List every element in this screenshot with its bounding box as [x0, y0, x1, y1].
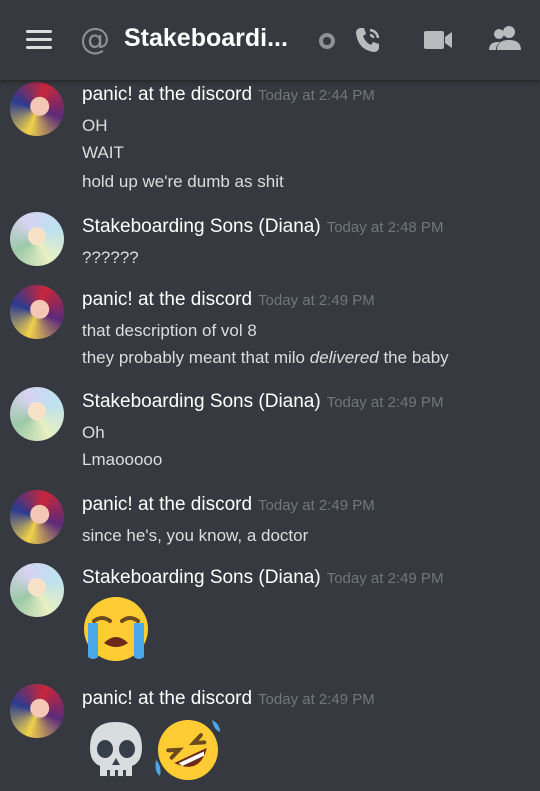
message-timestamp: Today at 2:49 PM: [258, 497, 375, 514]
message-text: since he's, you know, a doctor: [82, 526, 309, 545]
channel-title[interactable]: Stakeboardi...: [124, 24, 288, 53]
author-name[interactable]: panic! at the discord: [82, 289, 252, 310]
avatar[interactable]: [10, 285, 64, 339]
message-text-rich: they probably meant that milo delivered …: [82, 348, 449, 368]
skull-emoji[interactable]: [84, 718, 148, 786]
status-icon: [319, 33, 335, 49]
message-author[interactable]: Stakeboarding Sons (Diana) Today at 2:49 …: [82, 391, 443, 413]
message-text: hold up we're dumb as shit: [82, 172, 284, 191]
message-author[interactable]: Stakeboarding Sons (Diana) Today at 2:48 …: [82, 216, 443, 238]
menu-icon[interactable]: [26, 30, 52, 50]
message-author[interactable]: panic! at the discord Today at 2:49 PM: [82, 494, 375, 516]
message-list[interactable]: panic! at the discord Today at 2:44 PM OH…: [0, 80, 540, 791]
message-text: OH: [82, 116, 108, 135]
author-name[interactable]: panic! at the discord: [82, 84, 252, 105]
message-text: Lmaooooo: [82, 450, 163, 469]
avatar[interactable]: [10, 387, 64, 441]
author-name[interactable]: Stakeboarding Sons (Diana): [82, 216, 321, 237]
author-name[interactable]: panic! at the discord: [82, 688, 252, 709]
avatar[interactable]: [10, 563, 64, 617]
members-icon[interactable]: [488, 22, 522, 54]
author-name[interactable]: Stakeboarding Sons (Diana): [82, 567, 321, 588]
loudly-crying-face-emoji[interactable]: [80, 595, 152, 665]
message-timestamp: Today at 2:49 PM: [326, 570, 444, 587]
message-author[interactable]: Stakeboarding Sons (Diana) Today at 2:49 …: [82, 567, 443, 589]
author-name[interactable]: panic! at the discord: [82, 494, 252, 515]
message-text: Oh: [82, 423, 105, 442]
message-timestamp: Today at 2:44 PM: [258, 87, 375, 104]
avatar[interactable]: [10, 212, 64, 266]
message-timestamp: Today at 2:48 PM: [326, 219, 444, 236]
message-author[interactable]: panic! at the discord Today at 2:44 PM: [82, 84, 375, 106]
text-segment: they probably meant that milo: [82, 348, 310, 367]
video-icon[interactable]: [422, 26, 454, 54]
message-text: ??????: [82, 248, 139, 267]
call-icon[interactable]: [352, 24, 384, 56]
message-timestamp: Today at 2:49 PM: [258, 691, 375, 708]
rolling-on-floor-laughing-emoji[interactable]: [152, 714, 224, 786]
italic-text: delivered: [309, 348, 379, 367]
at-icon: @: [80, 22, 110, 57]
author-name[interactable]: Stakeboarding Sons (Diana): [82, 391, 321, 412]
avatar[interactable]: [10, 82, 64, 136]
message-timestamp: Today at 2:49 PM: [326, 394, 444, 411]
message-text: WAIT: [82, 143, 124, 162]
text-segment: the baby: [378, 348, 449, 367]
channel-header: @ Stakeboardi...: [0, 0, 540, 80]
message-text: that description of vol 8: [82, 321, 257, 340]
avatar[interactable]: [10, 684, 64, 738]
message-author[interactable]: panic! at the discord Today at 2:49 PM: [82, 688, 375, 710]
avatar[interactable]: [10, 490, 64, 544]
message-timestamp: Today at 2:49 PM: [258, 292, 375, 309]
message-author[interactable]: panic! at the discord Today at 2:49 PM: [82, 289, 375, 311]
